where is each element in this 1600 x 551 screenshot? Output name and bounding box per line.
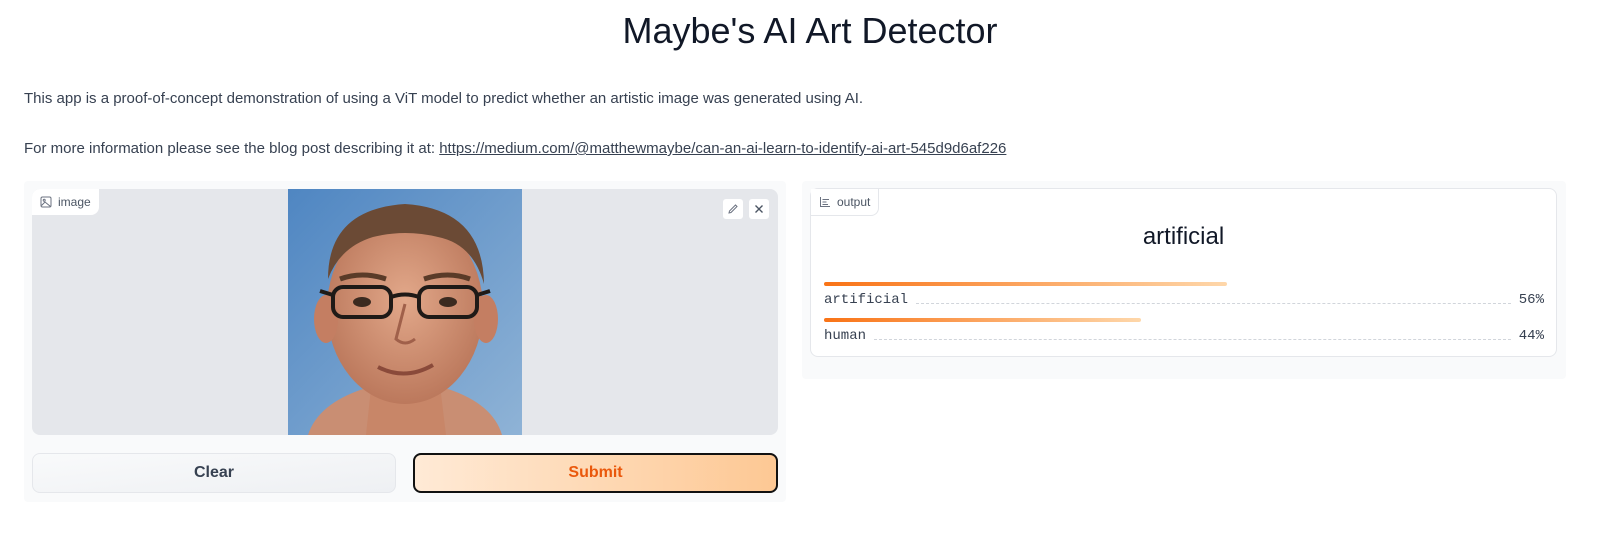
app-description: This app is a proof-of-concept demonstra…: [24, 90, 864, 107]
image-icon: [40, 196, 52, 208]
confidence-row: artificial 56%: [824, 282, 1544, 308]
dotted-leader: [916, 303, 1511, 304]
output-label-box: output artificial artificial 56% human 4…: [810, 188, 1557, 357]
more-info-text: For more information please see the blog…: [24, 140, 1006, 157]
input-panel: image Clear Submit: [24, 181, 786, 502]
image-input[interactable]: image: [32, 189, 778, 435]
confidence-bar: [824, 318, 1141, 322]
edit-image-button[interactable]: [722, 198, 744, 220]
confidence-row: human 44%: [824, 318, 1544, 344]
bar-chart-icon: [820, 197, 830, 207]
image-label: image: [58, 195, 91, 209]
more-info-prefix: For more information please see the blog…: [24, 140, 440, 157]
confidence-label: human: [824, 328, 867, 344]
image-label-tab: image: [32, 189, 99, 215]
confidence-bar: [824, 282, 1228, 286]
page-title: Maybe's AI Art Detector: [622, 10, 998, 51]
blog-link[interactable]: https://medium.com/@matthewmaybe/can-an-…: [439, 140, 1006, 157]
uploaded-portrait-image: [288, 189, 522, 435]
confidence-percent: 44%: [1518, 328, 1544, 344]
submit-button[interactable]: Submit: [413, 453, 778, 493]
output-panel: output artificial artificial 56% human 4…: [802, 181, 1566, 379]
close-icon: [755, 205, 763, 213]
confidence-label: artificial: [824, 292, 909, 308]
clear-button[interactable]: Clear: [32, 453, 396, 493]
remove-image-button[interactable]: [748, 198, 770, 220]
output-label-tab: output: [811, 189, 880, 216]
pencil-icon: [728, 204, 738, 214]
dotted-leader: [874, 339, 1511, 340]
confidence-percent: 56%: [1518, 292, 1544, 308]
predicted-label: artificial: [1142, 223, 1225, 250]
output-label: output: [837, 195, 871, 209]
